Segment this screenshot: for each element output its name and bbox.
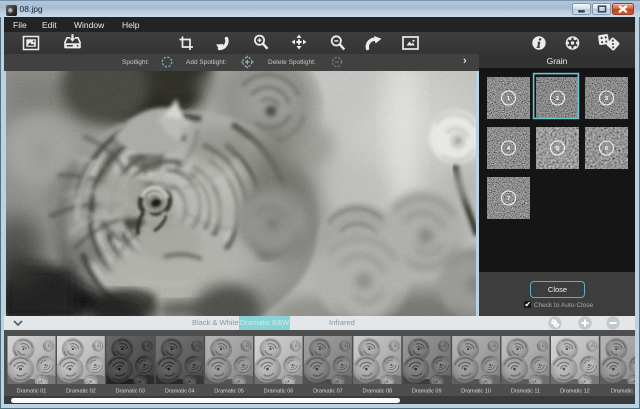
svg-text:Dramatic 08: Dramatic 08	[362, 389, 392, 395]
svg-text:2: 2	[556, 96, 559, 102]
svg-text:Dramatic 01: Dramatic 01	[17, 389, 47, 395]
svg-text:Dramatic 12: Dramatic 12	[560, 389, 590, 395]
svg-text:Dramatic 1: Dramatic 1	[611, 389, 635, 395]
svg-text:Dramatic 09: Dramatic 09	[412, 389, 442, 395]
svg-text:7: 7	[507, 196, 510, 202]
svg-text:Dramatic 11: Dramatic 11	[511, 389, 540, 395]
svg-text:Dramatic 05: Dramatic 05	[214, 389, 244, 395]
svg-text:Dramatic 03: Dramatic 03	[115, 389, 145, 395]
svg-text:Dramatic 06: Dramatic 06	[264, 389, 294, 395]
svg-text:Dramatic 04: Dramatic 04	[165, 389, 195, 395]
svg-text:Dramatic 10: Dramatic 10	[461, 389, 491, 395]
svg-text:Dramatic 02: Dramatic 02	[66, 389, 96, 395]
svg-text:Dramatic 07: Dramatic 07	[313, 389, 343, 395]
